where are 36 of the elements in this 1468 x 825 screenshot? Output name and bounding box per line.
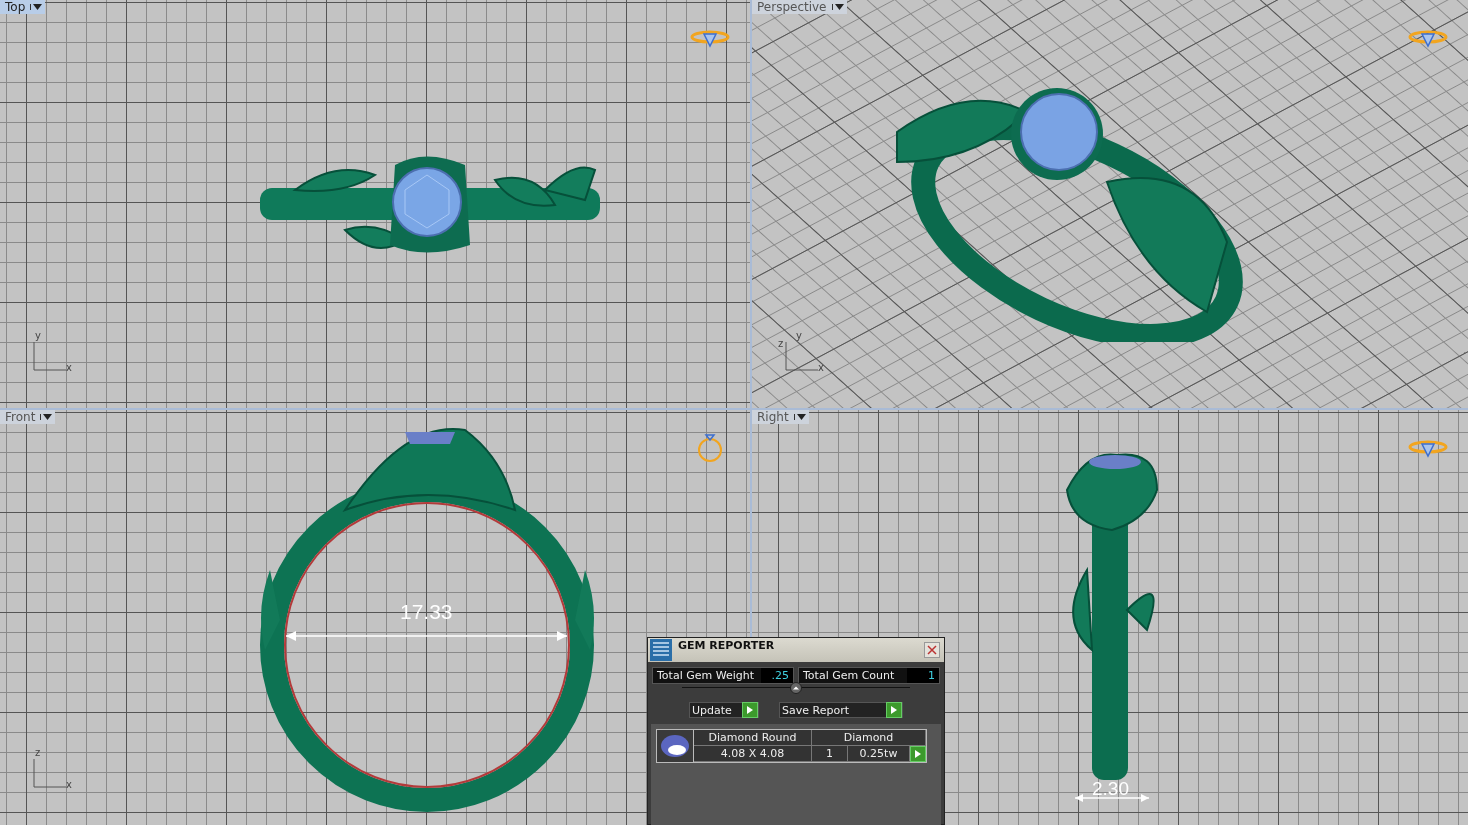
axis-label: y	[796, 330, 802, 341]
total-value: .25	[761, 668, 793, 683]
table-cell: 1	[812, 746, 848, 762]
collapse-icon[interactable]	[790, 682, 802, 694]
table-cell: 4.08 X 4.08	[694, 746, 812, 762]
panel-title: GEM REPORTER	[678, 638, 776, 652]
play-icon[interactable]	[910, 746, 926, 762]
viewport-tab[interactable]: Right	[752, 410, 809, 424]
action-button[interactable]: Update	[689, 702, 759, 718]
axis-icon	[32, 759, 66, 789]
action-button[interactable]: Save Report	[779, 702, 903, 718]
table-cell: Diamond Round	[694, 730, 812, 746]
viewport-tab[interactable]: Top	[0, 0, 46, 14]
dimension-value: 2.30	[1092, 778, 1129, 800]
total-value: 1	[907, 668, 939, 683]
axis-label: x	[66, 779, 72, 790]
viewport-grid[interactable]	[0, 0, 750, 408]
viewport-tab[interactable]: Perspective	[752, 0, 847, 14]
caret-icon[interactable]	[40, 414, 53, 420]
axis-icon	[32, 342, 66, 372]
axis-label: x	[66, 362, 72, 373]
play-icon	[886, 702, 902, 718]
total-label: Total Gem Weight	[656, 668, 755, 683]
play-icon	[742, 702, 758, 718]
axis-label: y	[35, 330, 41, 341]
close-button[interactable]	[924, 642, 940, 658]
caret-icon[interactable]	[831, 4, 844, 10]
report-icon	[650, 639, 672, 661]
total-label: Total Gem Count	[802, 668, 896, 683]
axis-label: z	[35, 747, 41, 758]
caret-icon[interactable]	[30, 4, 43, 10]
viewport-tab[interactable]: Front	[0, 410, 56, 424]
caret-icon[interactable]	[793, 414, 806, 420]
axis-label: z	[778, 338, 784, 349]
axis-icon	[784, 342, 818, 372]
axis-label: x	[818, 362, 824, 373]
